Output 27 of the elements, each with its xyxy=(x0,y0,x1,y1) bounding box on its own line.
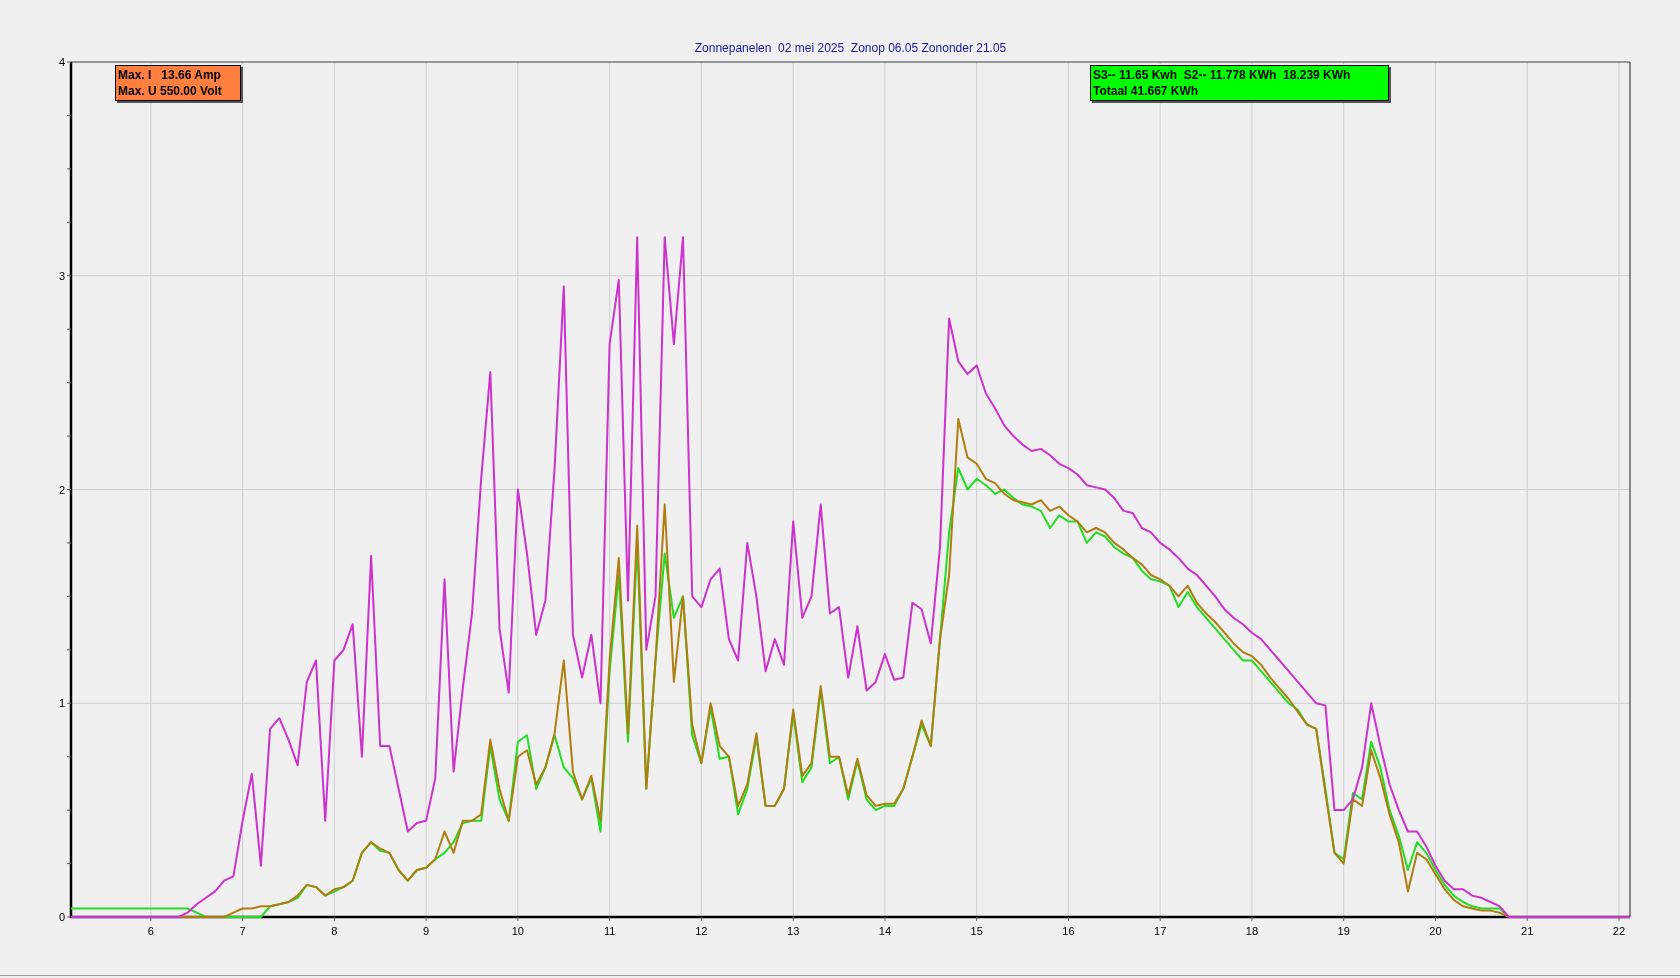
chart-title: Zonnepanelen 02 mei 2025 Zonop 06.05 Zononder 21.05 xyxy=(694,41,1007,55)
axis-tick-label: 11 xyxy=(603,925,616,937)
axis-tick-label: 13 xyxy=(787,925,800,937)
info-text: Max. I 13.66 Amp xyxy=(118,67,222,83)
axis-tick-label: 12 xyxy=(695,925,708,937)
axis-tick-label: 1 xyxy=(58,697,65,710)
axis-tick-label: 10 xyxy=(511,925,524,937)
info-text: Max. U 550.00 Volt xyxy=(118,83,223,99)
axis-tick-label: 2 xyxy=(58,483,65,496)
axis-tick-label: 17 xyxy=(1154,925,1167,937)
axis-tick-label: 7 xyxy=(239,925,246,937)
axis-tick-label: 20 xyxy=(1429,925,1442,937)
axis-tick-label: 21 xyxy=(1521,925,1534,937)
axis-tick-label: 15 xyxy=(970,925,983,937)
axis-tick-label: 0 xyxy=(58,911,65,923)
axis-tick-label: 9 xyxy=(423,925,430,937)
axis-tick-label: 4 xyxy=(58,56,65,68)
info-text: Totaal 41.667 KWh xyxy=(1093,83,1200,99)
axis-tick-label: 3 xyxy=(58,269,65,282)
axis-tick-label: 18 xyxy=(1245,925,1259,937)
info-text: S3-- 11.65 Kwh S2-- 11.778 KWh 18.239 KWh xyxy=(1093,67,1352,83)
axis-tick-label: 14 xyxy=(878,925,892,937)
axis-tick-label: 6 xyxy=(147,925,154,937)
axis-tick-label: 22 xyxy=(1612,925,1626,937)
axis-tick-label: 16 xyxy=(1062,925,1075,937)
axis-tick-label: 19 xyxy=(1337,925,1350,937)
axis-tick-label: 8 xyxy=(331,925,338,937)
